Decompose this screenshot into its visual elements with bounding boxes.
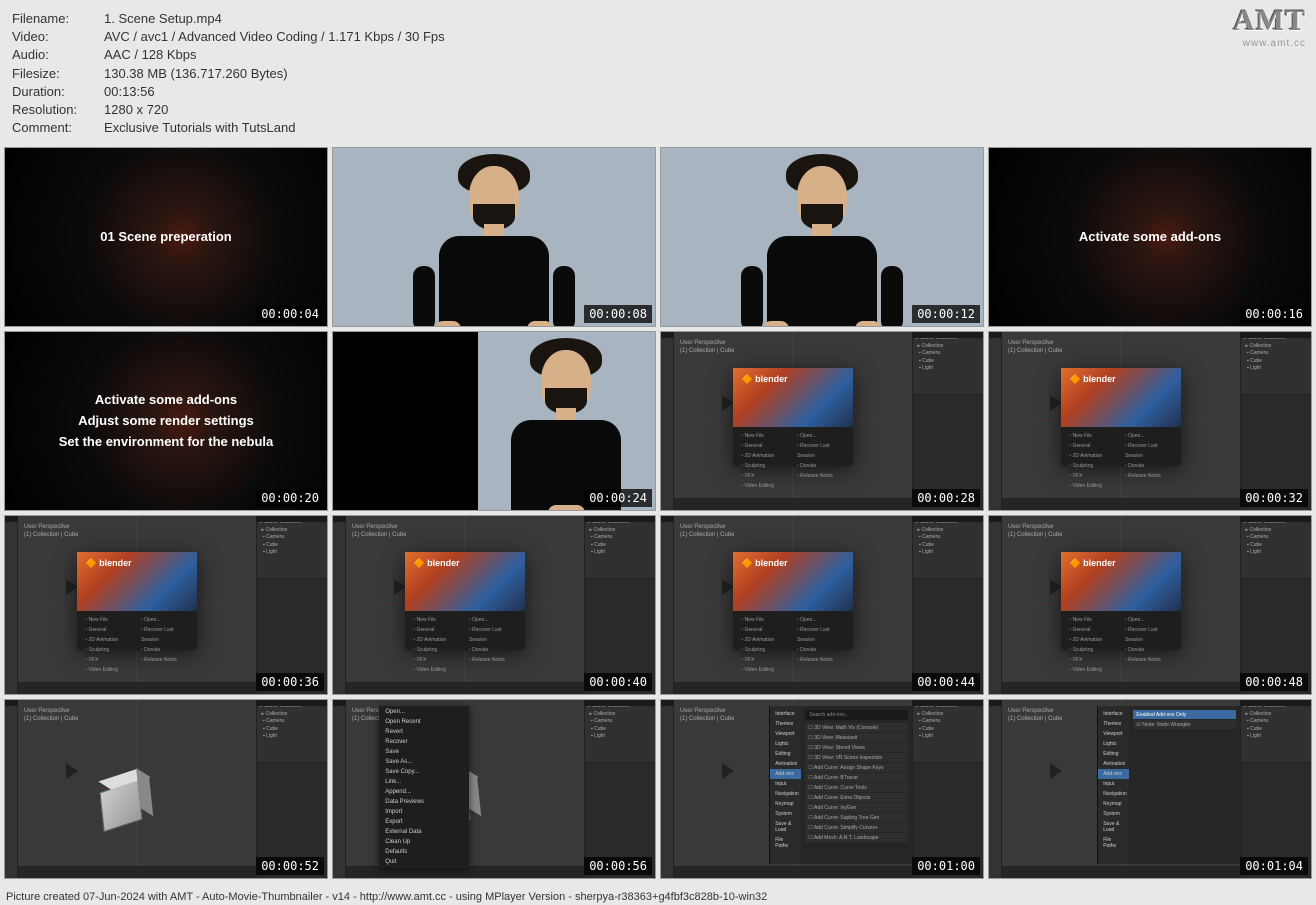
filesize-value: 130.38 MB (136.717.260 Bytes) (104, 65, 288, 83)
thumbnail-7: User Perspective(1) Collection | Cubeble… (660, 331, 984, 511)
timestamp: 00:00:32 (1240, 489, 1308, 507)
timestamp: 00:00:28 (912, 489, 980, 507)
thumbnail-4: Activate some add-ons00:00:16 (988, 147, 1312, 327)
footer-text: Picture created 07-Jun-2024 with AMT - A… (6, 891, 767, 903)
filename-label: Filename: (12, 10, 104, 28)
timestamp: 00:00:12 (912, 305, 980, 323)
thumbnail-10: User Perspective(1) Collection | Cubeble… (332, 515, 656, 695)
thumbnail-14: User Perspective(1) Collection | CubeOpe… (332, 699, 656, 879)
thumbnail-9: User Perspective(1) Collection | Cubeble… (4, 515, 328, 695)
duration-value: 00:13:56 (104, 83, 155, 101)
watermark-url: www.amt.cc (1233, 38, 1306, 49)
thumbnail-16: User Perspective(1) Collection | CubeInt… (988, 699, 1312, 879)
filename-value: 1. Scene Setup.mp4 (104, 10, 222, 28)
comment-label: Comment: (12, 119, 104, 137)
timestamp: 00:00:16 (1240, 305, 1308, 323)
resolution-value: 1280 x 720 (104, 101, 168, 119)
timestamp: 00:01:04 (1240, 857, 1308, 875)
thumbnail-3: 00:00:12 (660, 147, 984, 327)
thumbnail-15: User Perspective(1) Collection | CubeInt… (660, 699, 984, 879)
thumbnail-8: User Perspective(1) Collection | Cubeble… (988, 331, 1312, 511)
duration-label: Duration: (12, 83, 104, 101)
thumbnail-5: Activate some add-onsAdjust some render … (4, 331, 328, 511)
timestamp: 00:00:48 (1240, 673, 1308, 691)
timestamp: 00:00:24 (584, 489, 652, 507)
timestamp: 00:00:36 (256, 673, 324, 691)
timestamp: 00:00:08 (584, 305, 652, 323)
thumbnail-13: User Perspective(1) Collection | Cube▸ S… (4, 699, 328, 879)
timestamp: 00:00:44 (912, 673, 980, 691)
filesize-label: Filesize: (12, 65, 104, 83)
timestamp: 00:00:56 (584, 857, 652, 875)
video-label: Video: (12, 28, 104, 46)
timestamp: 00:00:40 (584, 673, 652, 691)
timestamp: 00:00:04 (256, 305, 324, 323)
watermark-logo: AMT (1233, 4, 1306, 38)
metadata-header: Filename:1. Scene Setup.mp4 Video:AVC / … (0, 0, 1316, 145)
thumbnail-11: User Perspective(1) Collection | Cubeble… (660, 515, 984, 695)
timestamp: 00:00:52 (256, 857, 324, 875)
thumbnail-2: 00:00:08 (332, 147, 656, 327)
comment-value: Exclusive Tutorials with TutsLand (104, 119, 295, 137)
thumbnail-6: 00:00:24 (332, 331, 656, 511)
resolution-label: Resolution: (12, 101, 104, 119)
thumbnail-1: 01 Scene preperation00:00:04 (4, 147, 328, 327)
timestamp: 00:00:20 (256, 489, 324, 507)
watermark: AMT www.amt.cc (1233, 4, 1306, 49)
audio-label: Audio: (12, 46, 104, 64)
thumbnail-12: User Perspective(1) Collection | Cubeble… (988, 515, 1312, 695)
video-value: AVC / avc1 / Advanced Video Coding / 1.1… (104, 28, 445, 46)
timestamp: 00:01:00 (912, 857, 980, 875)
audio-value: AAC / 128 Kbps (104, 46, 197, 64)
thumbnail-grid: 01 Scene preperation00:00:04 00:00:08 00:0… (0, 145, 1316, 881)
